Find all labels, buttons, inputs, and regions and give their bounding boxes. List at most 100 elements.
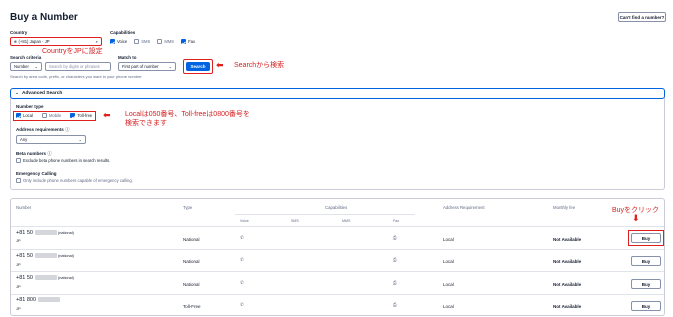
fax-icon: ⎙ xyxy=(393,302,397,307)
capability-mms[interactable]: MMS xyxy=(157,39,174,45)
flag-icon: ■ xyxy=(14,39,17,44)
page-title: Buy a Number xyxy=(10,12,78,23)
number-type-label: Number type xyxy=(16,104,44,109)
cant-find-number-button[interactable]: Can't find a number? xyxy=(618,12,666,22)
beta-numbers-label: Beta numbers ⓘ xyxy=(16,151,52,156)
cap-header-sms: SMS xyxy=(291,219,299,223)
emergency-calling-label: Emergency Calling xyxy=(16,171,57,176)
mobile-checkbox[interactable] xyxy=(42,113,48,119)
chevron-down-icon: ⌄ xyxy=(78,137,82,142)
header-number: Number xyxy=(16,205,32,210)
cap-header-fax: Fax xyxy=(393,219,399,223)
table-row-address: Local xyxy=(443,282,454,287)
buy-button[interactable]: Buy xyxy=(631,256,661,266)
search-icon: ⌕ xyxy=(95,39,98,44)
table-row-type: National xyxy=(183,237,200,242)
arrow-left-icon: ⬅ xyxy=(216,60,224,70)
fax-icon: ⎙ xyxy=(393,280,397,285)
match-to-select[interactable]: First part of number ⌄ xyxy=(118,62,176,71)
info-icon: ⓘ xyxy=(65,127,70,132)
header-type: Type xyxy=(183,205,193,210)
address-requirements-label: Address requirements ⓘ xyxy=(16,127,70,132)
search-hint: Search by area code, prefix, or characte… xyxy=(10,74,143,79)
number-type-local[interactable]: Local xyxy=(16,113,33,119)
table-row-country: JP xyxy=(16,284,21,289)
country-label: Country xyxy=(10,30,28,35)
capability-voice[interactable]: Voice xyxy=(110,39,127,45)
buy-button[interactable]: Buy xyxy=(631,279,661,289)
table-row-address: Local xyxy=(443,259,454,264)
table-row-number: +81 800 xyxy=(16,297,60,303)
header-monthly-fee: Monthly fee xyxy=(553,205,576,210)
exclude-beta-checkbox[interactable] xyxy=(16,158,21,164)
redacted-digits xyxy=(34,230,57,236)
chevron-down-icon: ⌄ xyxy=(15,91,20,96)
phone-icon: ✆ xyxy=(240,257,244,262)
advanced-search-toggle[interactable]: ⌄ Advanced Search xyxy=(10,88,665,99)
match-to-label: Match to xyxy=(118,55,137,60)
capability-fax[interactable]: Fax xyxy=(181,39,195,45)
sms-checkbox[interactable] xyxy=(134,39,140,45)
search-button[interactable]: Search xyxy=(186,62,210,71)
number-type-tollfree[interactable]: Toll-free xyxy=(70,113,92,119)
divider xyxy=(11,271,664,272)
number-type-group: Local Mobile Toll-free xyxy=(16,113,92,119)
emergency-checkbox[interactable] xyxy=(16,178,21,184)
table-row-address: Local xyxy=(443,304,454,309)
header-capabilities: Capabilities xyxy=(325,205,348,210)
local-checkbox[interactable] xyxy=(16,113,21,119)
table-row-address: Local xyxy=(443,237,454,242)
cap-header-voice: Voice xyxy=(240,219,249,223)
country-value: (+81) Japan - JP xyxy=(18,39,50,44)
table-row-fee: Not Available xyxy=(553,282,582,287)
table-row-type: Toll-Free xyxy=(183,304,201,309)
arrow-down-icon: ⬇ xyxy=(632,213,640,223)
fax-icon: ⎙ xyxy=(393,257,397,262)
chevron-down-icon: ⌄ xyxy=(34,64,38,69)
table-row-country: JP xyxy=(16,306,21,311)
redacted-digits xyxy=(37,297,60,303)
buy-button[interactable]: Buy xyxy=(631,233,661,243)
capabilities-label: Capabilities xyxy=(110,30,136,35)
info-icon: ⓘ xyxy=(47,151,52,156)
divider xyxy=(235,214,415,215)
capabilities-group: Voice SMS MMS Fax xyxy=(110,39,195,45)
divider xyxy=(11,294,664,295)
capability-sms[interactable]: SMS xyxy=(134,39,150,45)
table-row-country: JP xyxy=(16,262,21,267)
divider xyxy=(11,226,664,227)
phone-icon: ✆ xyxy=(240,280,244,285)
chevron-down-icon: ⌄ xyxy=(168,64,172,69)
tollfree-checkbox[interactable] xyxy=(70,113,76,119)
table-row-fee: Not Available xyxy=(553,304,582,309)
fax-checkbox[interactable] xyxy=(181,39,187,45)
results-table xyxy=(10,198,665,316)
buy-button[interactable]: Buy xyxy=(631,301,661,311)
voice-checkbox[interactable] xyxy=(110,39,115,45)
advanced-search-panel xyxy=(10,88,665,190)
table-row-number: +81 50 (national) xyxy=(16,253,74,259)
table-row-number: +81 50 (national) xyxy=(16,230,74,236)
redacted-digits xyxy=(34,275,57,281)
search-input[interactable]: Search by digits or phrases xyxy=(45,62,111,71)
table-row-type: National xyxy=(183,282,200,287)
table-row-fee: Not Available xyxy=(553,259,582,264)
table-row-number: +81 50 (national) xyxy=(16,275,74,281)
phone-icon: ✆ xyxy=(240,235,244,240)
search-annotation: Searchから検索 xyxy=(234,62,285,69)
header-address: Address Requirement xyxy=(443,205,485,210)
emergency-option[interactable]: Only include phone numbers capable of em… xyxy=(16,178,133,184)
arrow-left-icon: ⬅ xyxy=(103,110,111,120)
mms-checkbox[interactable] xyxy=(157,39,163,45)
table-row-country: JP xyxy=(16,238,21,243)
country-annotation: CountryをJPに設定 xyxy=(42,48,103,55)
fax-icon: ⎙ xyxy=(393,235,397,240)
table-row-fee: Not Available xyxy=(553,237,582,242)
country-select[interactable]: ■ (+81) Japan - JP ⌕ xyxy=(10,37,102,46)
search-criteria-select[interactable]: Number ⌄ xyxy=(10,62,42,71)
number-type-mobile[interactable]: Mobile xyxy=(42,113,61,119)
number-type-annotation: Localは050番号、Toll-freeは0800番号を 検索できます xyxy=(125,111,250,127)
exclude-beta-option[interactable]: Exclude beta phone numbers in search res… xyxy=(16,158,110,164)
phone-icon: ✆ xyxy=(240,302,244,307)
address-requirements-select[interactable]: Any ⌄ xyxy=(16,135,86,144)
